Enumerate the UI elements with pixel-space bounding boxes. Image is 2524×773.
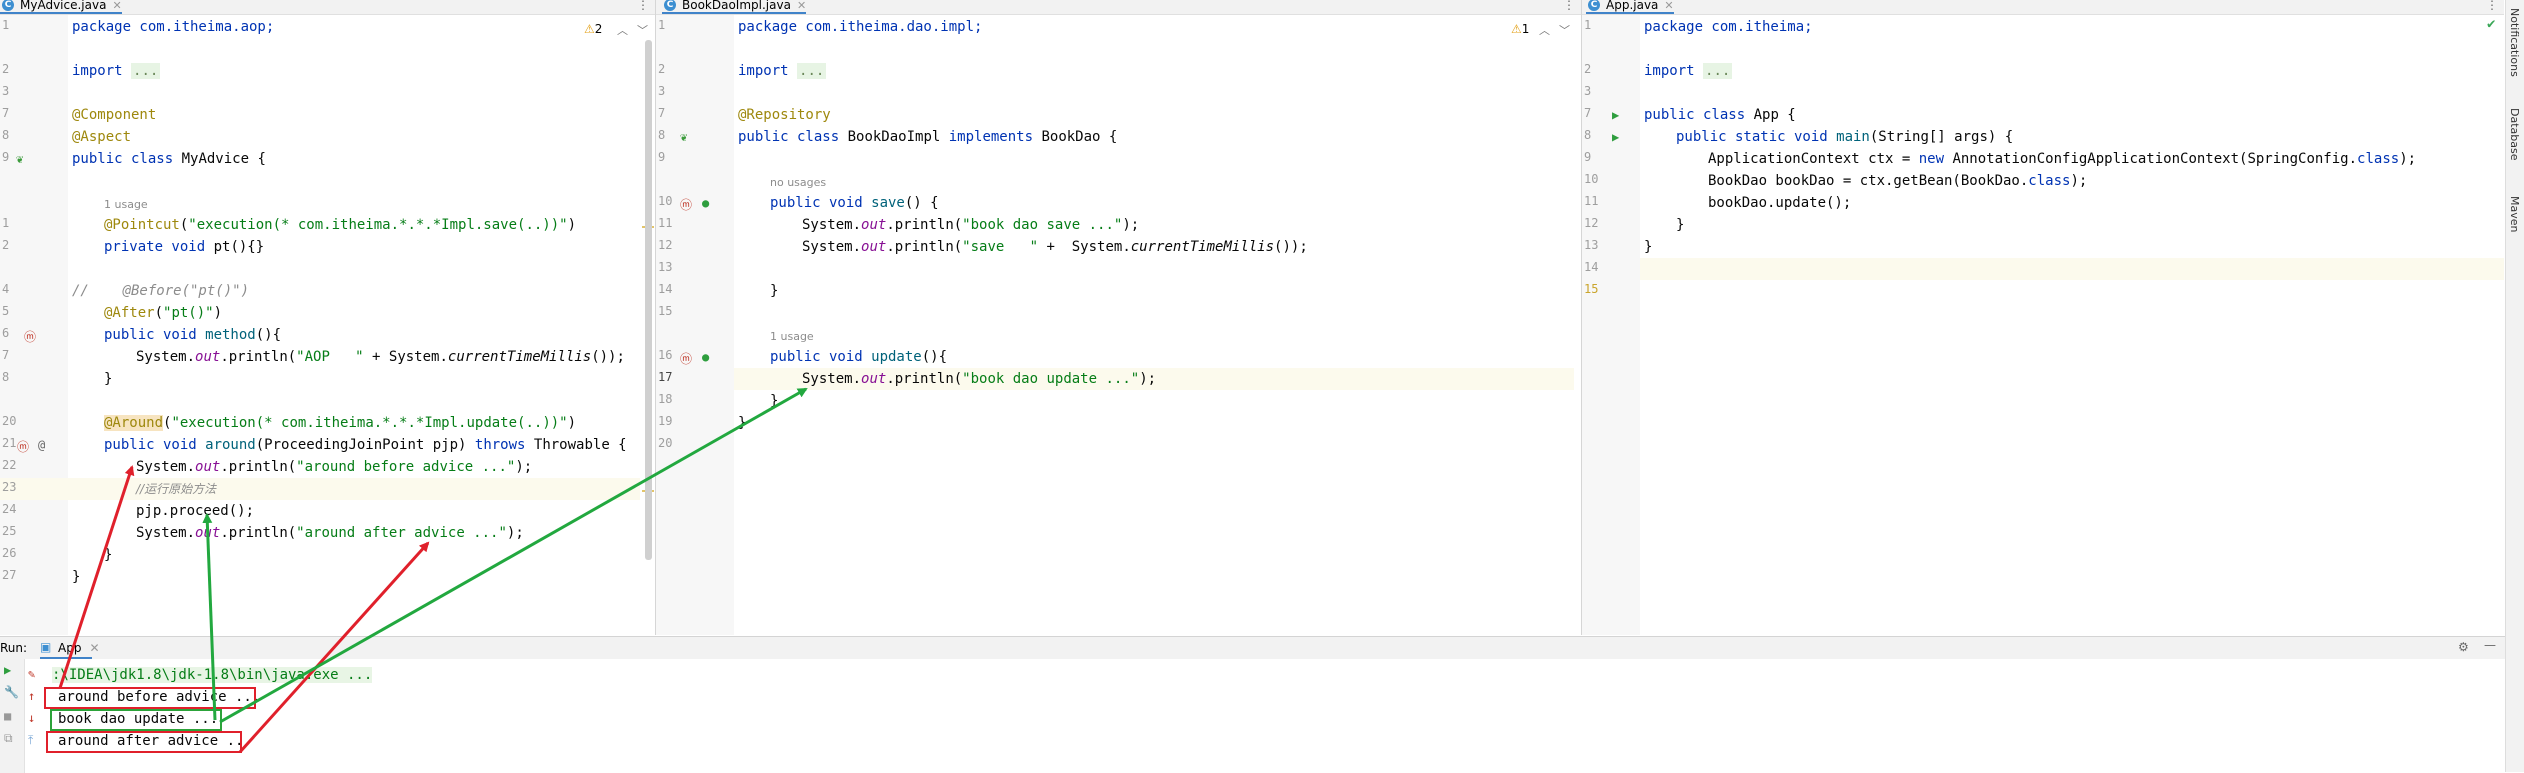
arrow-after-advice xyxy=(238,541,430,754)
arrow-update xyxy=(219,387,808,724)
annotation-arrows xyxy=(58,387,808,754)
arrow-before-advice xyxy=(58,465,135,689)
arrow-proceed xyxy=(202,513,217,721)
